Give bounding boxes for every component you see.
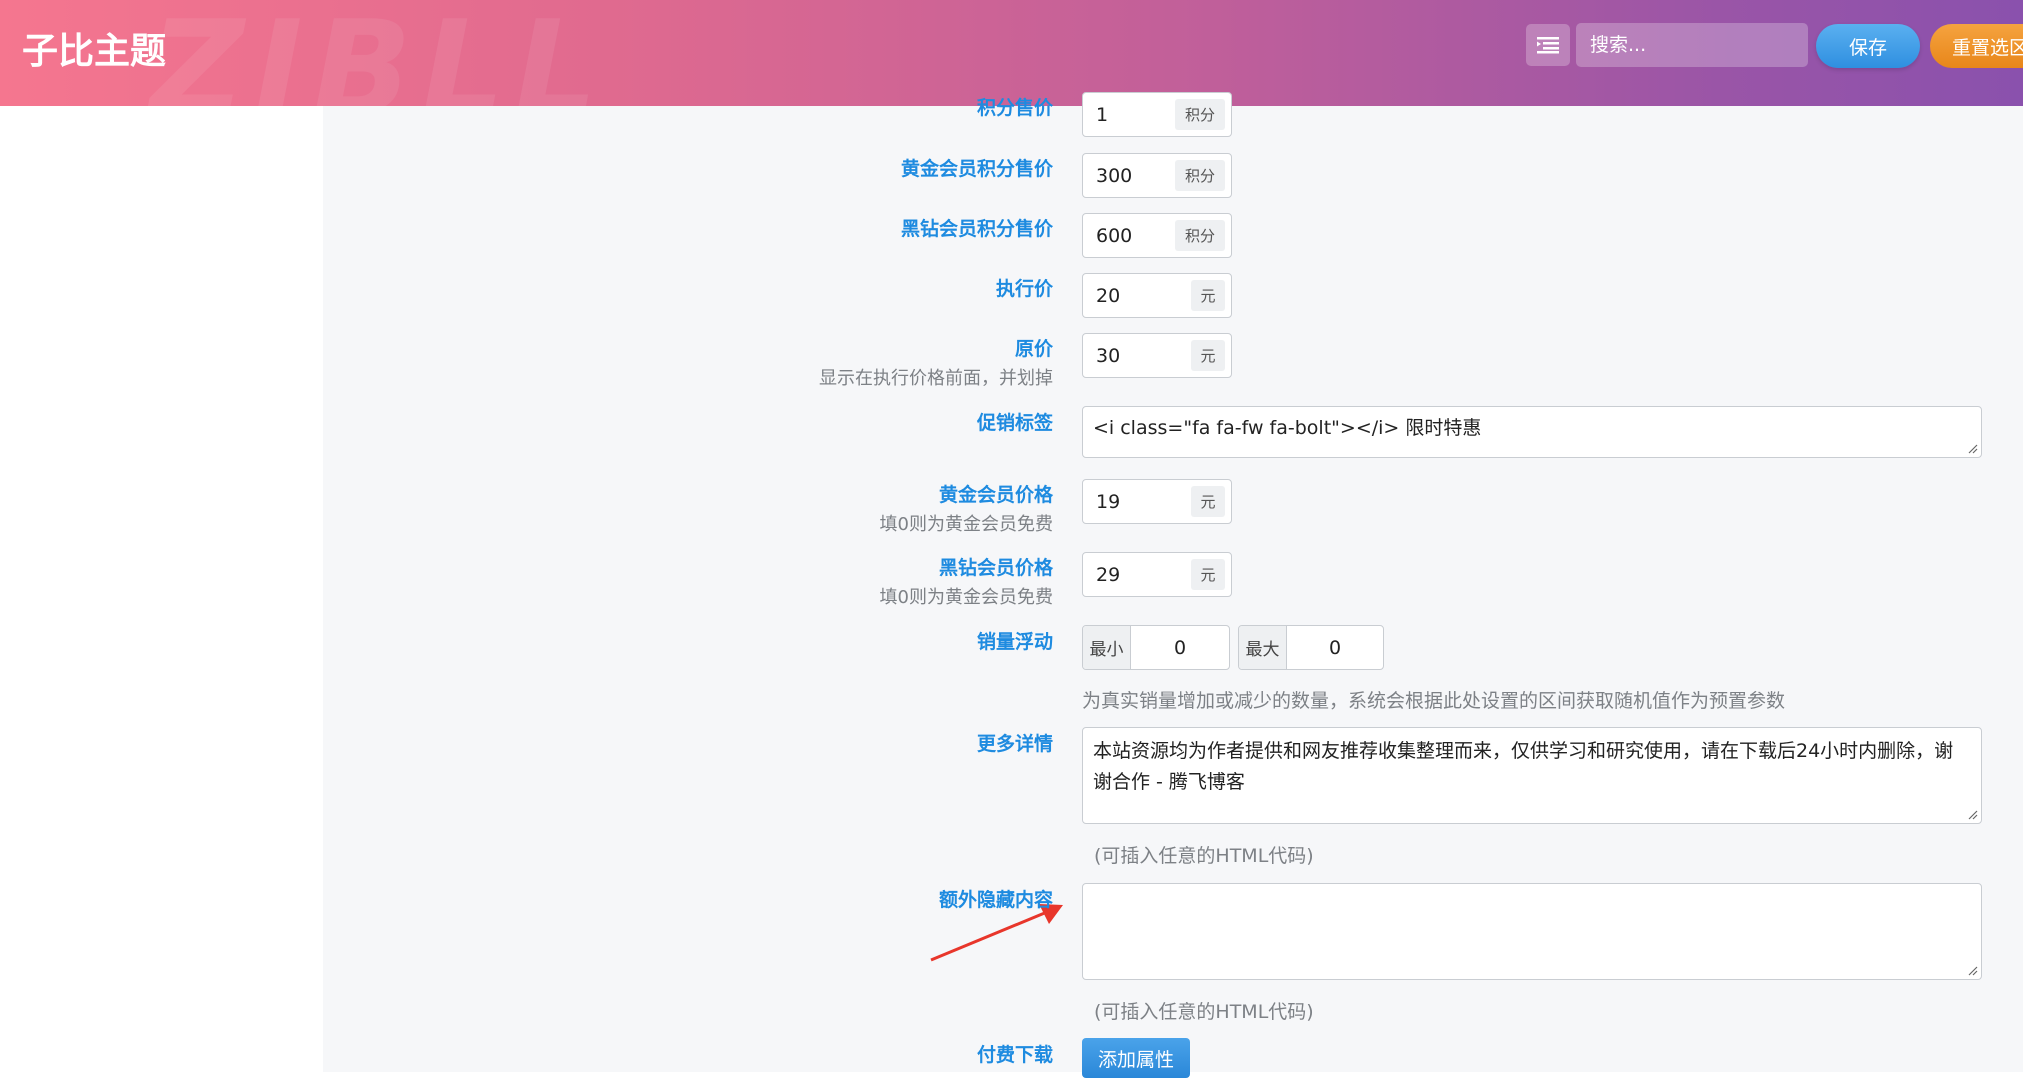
sales-min-label: 最小 bbox=[1083, 626, 1131, 669]
more-details-value: 本站资源均为作者提供和网友推荐收集整理而来，仅供学习和研究使用，请在下载后24小… bbox=[1093, 740, 1954, 793]
gold-points-price-input[interactable]: 300 积分 bbox=[1082, 153, 1232, 198]
hidden-content-note: (可插入任意的HTML代码) bbox=[1094, 1001, 1314, 1023]
more-details-label: 更多详情 bbox=[976, 733, 1053, 755]
resize-grip-icon[interactable] bbox=[1966, 808, 1978, 820]
diamond-points-price-unit: 积分 bbox=[1175, 220, 1225, 251]
sales-max-input[interactable]: 最大 0 bbox=[1238, 625, 1384, 670]
orig-price-value: 30 bbox=[1096, 344, 1121, 367]
exec-price-input[interactable]: 20 元 bbox=[1082, 273, 1232, 318]
gold-points-price-value: 300 bbox=[1096, 164, 1133, 187]
save-button[interactable]: 保存 bbox=[1816, 24, 1920, 68]
promo-tag-label: 促销标签 bbox=[976, 412, 1053, 434]
diamond-points-price-label: 黑钻会员积分售价 bbox=[900, 218, 1053, 240]
diamond-points-price-input[interactable]: 600 积分 bbox=[1082, 213, 1232, 258]
header-watermark: ZIBLL bbox=[150, 0, 608, 106]
orig-price-hint: 显示在执行价格前面，并划掉 bbox=[819, 368, 1053, 389]
more-details-textarea[interactable]: 本站资源均为作者提供和网友推荐收集整理而来，仅供学习和研究使用，请在下载后24小… bbox=[1082, 727, 1982, 824]
sales-float-note: 为真实销量增加或减少的数量，系统会根据此处设置的区间获取随机值作为预置参数 bbox=[1082, 690, 1786, 712]
points-price-input[interactable]: 1 积分 bbox=[1082, 92, 1232, 137]
diamond-price-hint: 填0则为黄金会员免费 bbox=[879, 587, 1053, 608]
exec-price-label: 执行价 bbox=[995, 278, 1053, 300]
gold-price-hint: 填0则为黄金会员免费 bbox=[879, 514, 1053, 535]
menu-toggle-button[interactable] bbox=[1526, 24, 1570, 66]
gold-price-unit: 元 bbox=[1191, 486, 1225, 517]
brand-title: 子比主题 bbox=[22, 31, 167, 72]
gold-points-price-label: 黄金会员积分售价 bbox=[900, 158, 1053, 180]
sales-min-value: 0 bbox=[1173, 636, 1187, 659]
hidden-content-textarea[interactable] bbox=[1082, 883, 1982, 980]
hidden-content-label: 额外隐藏内容 bbox=[938, 889, 1053, 911]
points-price-unit: 积分 bbox=[1175, 99, 1225, 130]
promo-tag-textarea[interactable]: <i class="fa fa-fw fa-bolt"></i> 限时特惠 bbox=[1082, 406, 1982, 458]
gold-price-label: 黄金会员价格 bbox=[938, 484, 1053, 506]
sales-max-value: 0 bbox=[1328, 636, 1342, 659]
reset-section-button[interactable]: 重置选区 bbox=[1930, 24, 2023, 68]
top-header: ZIBLL 子比主题 保存 重置选区 bbox=[0, 0, 2023, 106]
more-details-note: (可插入任意的HTML代码) bbox=[1094, 845, 1314, 867]
orig-price-input[interactable]: 30 元 bbox=[1082, 333, 1232, 378]
sales-min-input[interactable]: 最小 0 bbox=[1082, 625, 1230, 670]
add-attribute-button[interactable]: 添加属性 bbox=[1082, 1038, 1190, 1078]
gold-price-value: 19 bbox=[1096, 490, 1121, 513]
resize-grip-icon[interactable] bbox=[1966, 964, 1978, 976]
orig-price-unit: 元 bbox=[1191, 340, 1225, 371]
diamond-price-label: 黑钻会员价格 bbox=[938, 557, 1053, 579]
gold-points-price-unit: 积分 bbox=[1175, 160, 1225, 191]
exec-price-value: 20 bbox=[1096, 284, 1121, 307]
settings-panel: 积分售价 1 积分 黄金会员积分售价 300 积分 黑钻会员积分售价 600 积… bbox=[323, 92, 2023, 1078]
diamond-price-unit: 元 bbox=[1191, 559, 1225, 590]
points-price-value: 1 bbox=[1096, 103, 1109, 126]
diamond-points-price-value: 600 bbox=[1096, 224, 1133, 247]
resize-grip-icon[interactable] bbox=[1966, 442, 1978, 454]
menu-list-icon bbox=[1537, 37, 1559, 54]
orig-price-label: 原价 bbox=[1014, 338, 1053, 360]
gold-price-input[interactable]: 19 元 bbox=[1082, 479, 1232, 524]
diamond-price-input[interactable]: 29 元 bbox=[1082, 552, 1232, 597]
sales-max-label: 最大 bbox=[1239, 626, 1287, 669]
exec-price-unit: 元 bbox=[1191, 280, 1225, 311]
diamond-price-value: 29 bbox=[1096, 563, 1121, 586]
sales-float-label: 销量浮动 bbox=[976, 631, 1053, 653]
promo-tag-value: <i class="fa fa-fw fa-bolt"></i> 限时特惠 bbox=[1093, 417, 1482, 439]
search-input[interactable] bbox=[1576, 23, 1808, 67]
paid-download-label: 付费下载 bbox=[976, 1044, 1053, 1066]
points-price-label: 积分售价 bbox=[976, 97, 1053, 119]
